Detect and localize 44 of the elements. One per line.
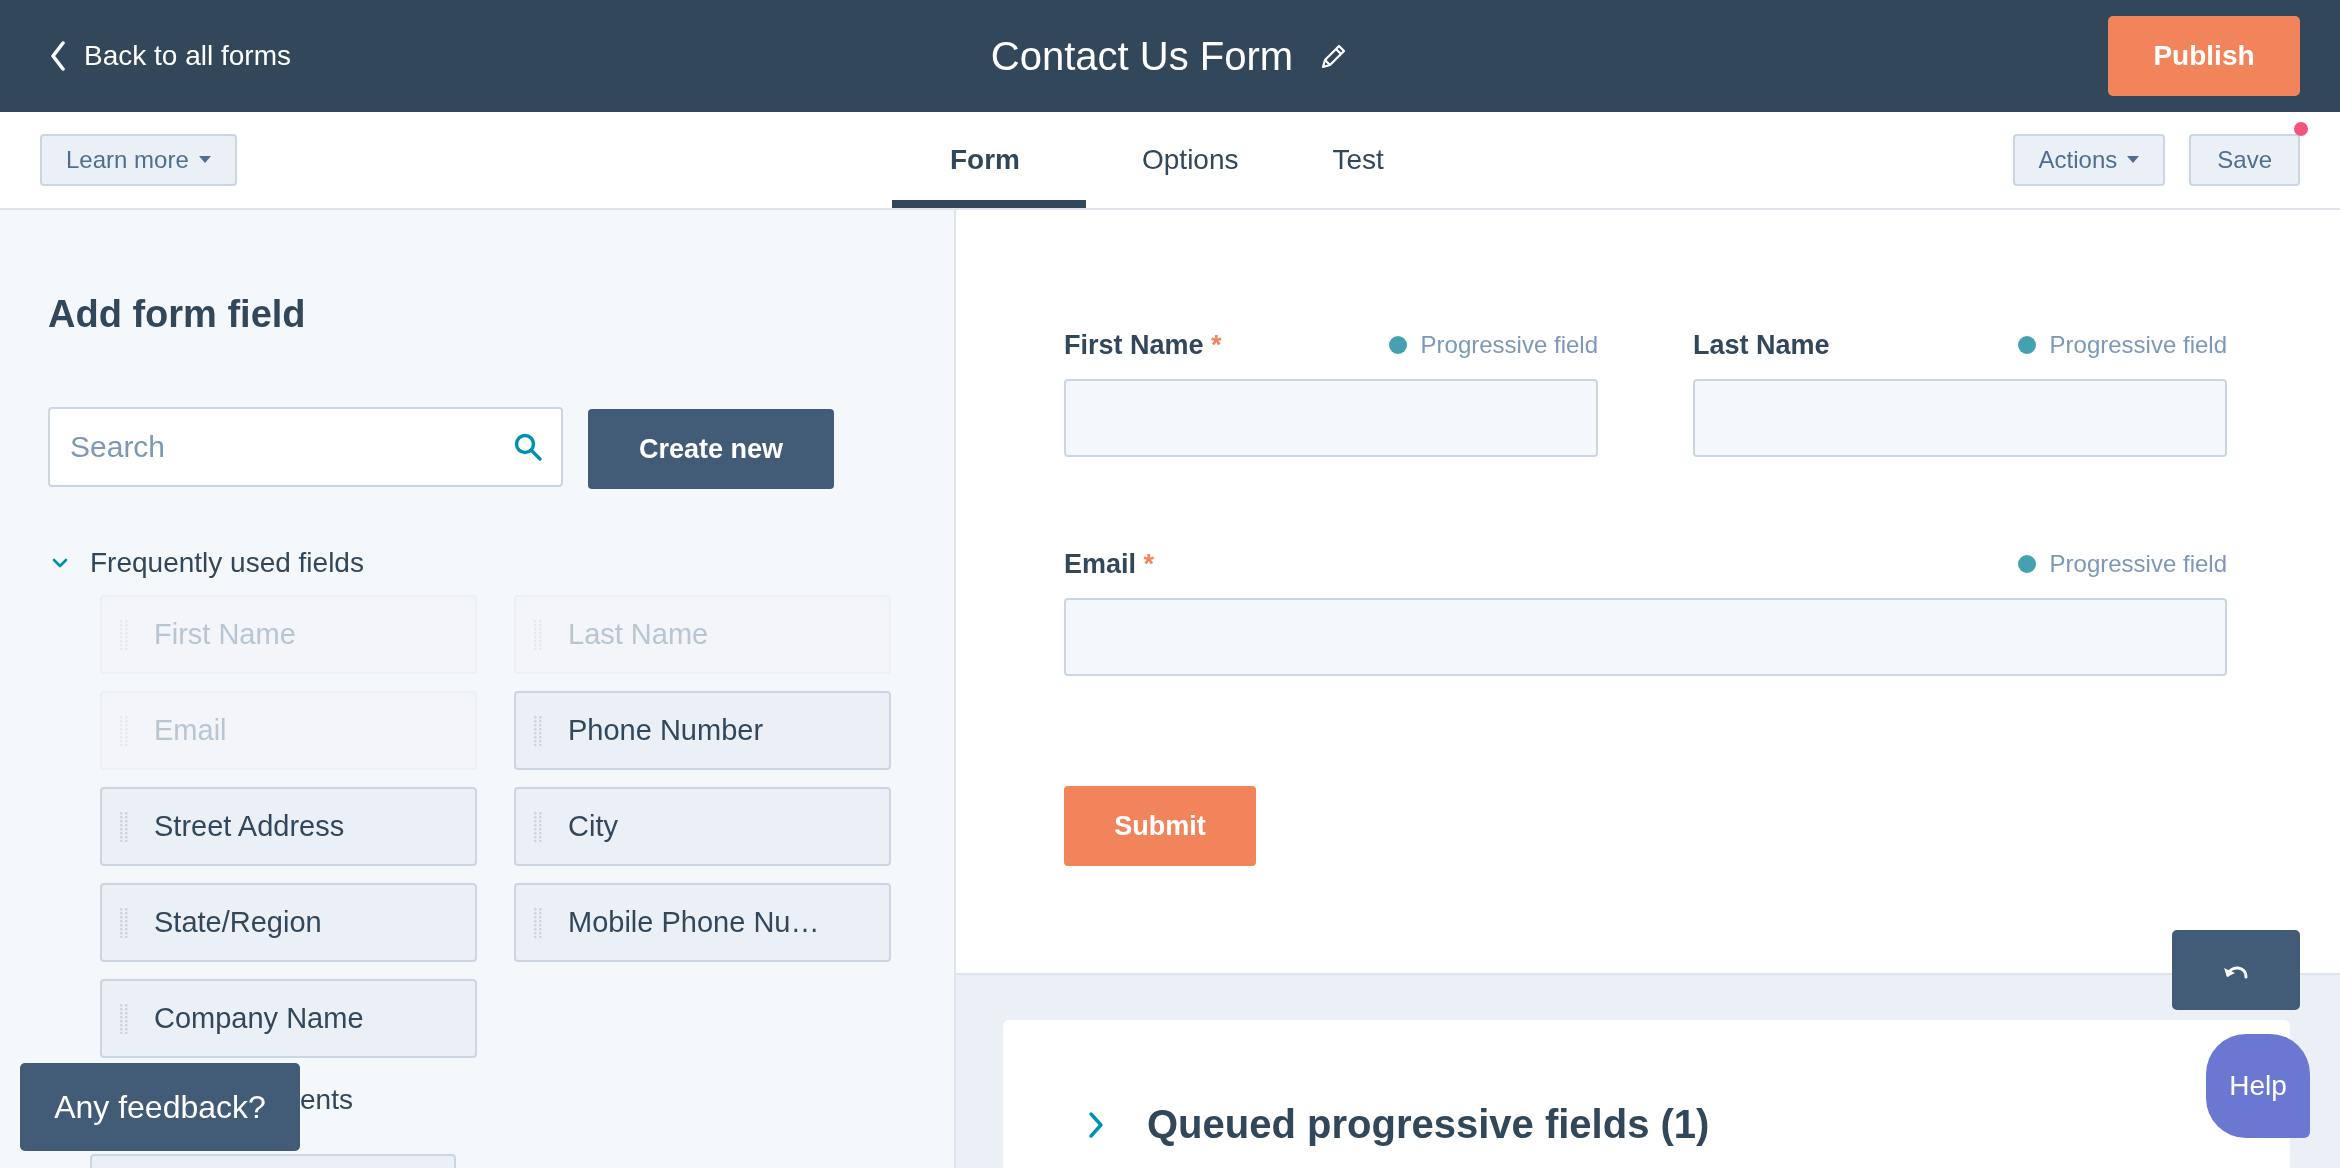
field-card[interactable]: Street Address [100,787,477,866]
progressive-label: Progressive field [1420,331,1598,359]
learn-more-button[interactable]: Learn more [40,134,237,186]
tab[interactable]: Test [1294,112,1422,208]
field-card[interactable]: State/Region [100,883,477,962]
chevron-left-icon [50,41,66,71]
tab[interactable]: Options [1104,112,1277,208]
status-dot [2017,336,2036,354]
field-label: Email * [1064,548,1155,580]
search-field[interactable]: Search [48,407,563,487]
actions-button[interactable]: Actions [2012,134,2166,186]
status-dot [1388,336,1407,354]
form-title: Contact Us Form [990,33,1294,79]
feedback-button[interactable]: Any feedback? [20,1063,300,1151]
help-button[interactable]: Help [2206,1034,2310,1138]
status-dot [2017,555,2036,573]
drag-handle-icon [120,1003,128,1034]
queued-toggle[interactable]: Queued progressive fields (1) [1087,1102,1710,1147]
drag-handle-icon [120,907,128,938]
undo-button[interactable] [2172,930,2300,1010]
field-label: First Name * [1064,329,1222,361]
input-field[interactable] [1693,379,2227,457]
drag-handle-icon [534,811,542,842]
search-icon [513,432,543,462]
caret-icon [2127,156,2140,164]
input-field[interactable] [1064,379,1598,457]
back-link[interactable]: Back to all forms [50,40,291,72]
create-new-button[interactable]: Create new [588,409,834,489]
field-card[interactable]: Phone Number [514,691,891,770]
input-field[interactable] [1064,598,2227,676]
field-card[interactable]: Mobile Phone Nu… [514,883,891,962]
field-card[interactable]: Company Name [100,979,477,1058]
progressive-label: Progressive field [2049,550,2227,578]
drag-handle-icon [120,811,128,842]
caret-icon [198,156,211,164]
section-label: ents [300,1084,354,1117]
save-button[interactable]: Save [2189,134,2300,186]
section-toggle[interactable]: Frequently used fields [48,543,906,583]
field-card[interactable]: City [514,787,891,866]
field-label: Last Name [1693,329,1830,361]
panel-title: Add form field [48,293,307,337]
progressive-label: Progressive field [2049,331,2227,359]
drag-handle-icon [534,907,542,938]
drag-handle-icon [534,715,542,746]
